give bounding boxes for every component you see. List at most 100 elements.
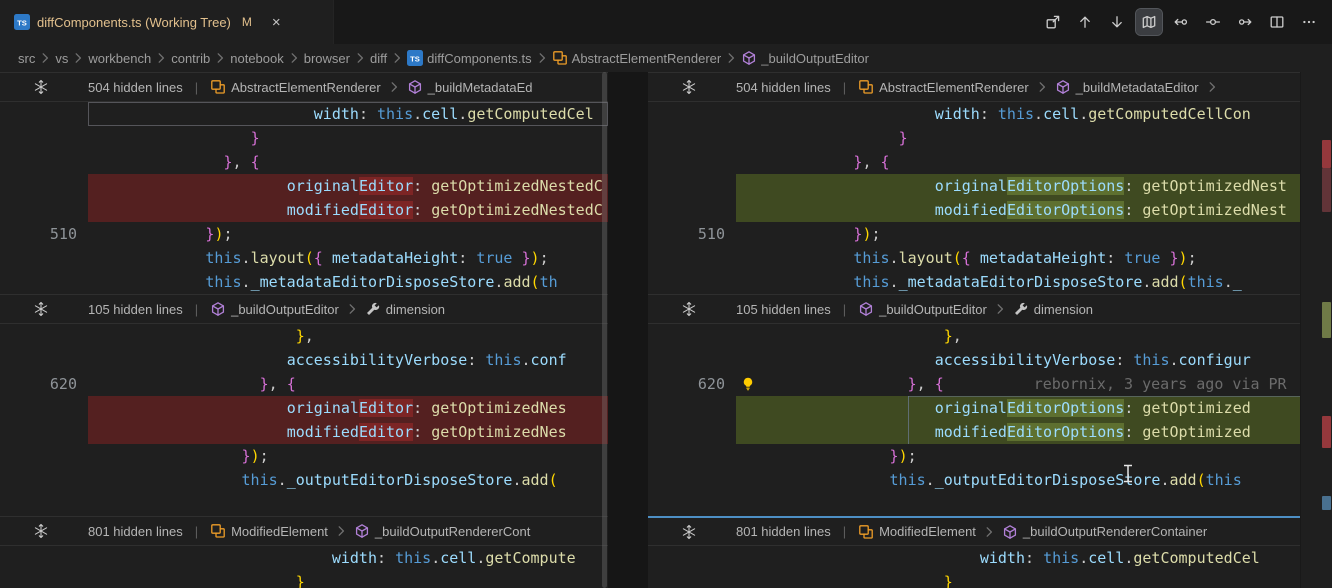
code-line[interactable]: accessibilityVerbose: this.configur — [648, 348, 1300, 372]
code-line[interactable]: originalEditor: getOptimizedNestedC — [0, 174, 608, 198]
breadcrumb-item[interactable]: notebook — [230, 51, 284, 66]
breadcrumb-item[interactable]: vs — [55, 51, 68, 66]
hidden-lines-header[interactable]: 801 hidden lines|ModifiedElement_buildOu… — [648, 516, 1300, 546]
expand-hidden-lines-icon[interactable] — [681, 524, 697, 540]
code-line[interactable]: this.layout({ metadataHeight: true }); — [648, 246, 1300, 270]
separator: | — [843, 80, 846, 95]
code-line[interactable]: }, { — [648, 150, 1300, 174]
symbol-name[interactable]: dimension — [386, 302, 445, 317]
code-line[interactable]: accessibilityVerbose: this.conf — [0, 348, 608, 372]
code-line[interactable]: this.layout({ metadataHeight: true }); — [0, 246, 608, 270]
symbol-name[interactable]: _buildOutputRendererContainer — [1023, 524, 1207, 539]
scrollbar-thumb[interactable] — [602, 72, 607, 588]
code-line[interactable]: originalEditor: getOptimizedNes — [0, 396, 608, 420]
hidden-lines-header[interactable]: 105 hidden lines|_buildOutputEditordimen… — [0, 294, 608, 324]
diff-editor: 504 hidden lines|AbstractElementRenderer… — [0, 72, 1332, 588]
breadcrumb-item[interactable]: src — [18, 51, 35, 66]
editor-sash[interactable] — [608, 72, 648, 588]
breadcrumb-label: src — [18, 51, 35, 66]
expand-hidden-lines-icon[interactable] — [681, 301, 697, 317]
code-text: }, { — [88, 372, 608, 396]
code-line[interactable]: this._metadataEditorDisposeStore.add(th — [0, 270, 608, 294]
editor-toolbar — [1034, 0, 1332, 44]
code-line[interactable]: 510 }); — [648, 222, 1300, 246]
symbol-name[interactable]: _buildMetadataEd — [428, 80, 533, 95]
code-line[interactable]: this._outputEditorDisposeStore.add(this — [648, 468, 1300, 492]
expand-hidden-lines-icon[interactable] — [681, 79, 697, 95]
code-text: modifiedEditor: getOptimizedNes — [88, 420, 608, 444]
code-line[interactable]: } — [648, 126, 1300, 150]
code-line[interactable]: width: this.cell.getCompute — [0, 546, 608, 570]
expand-hidden-lines-icon[interactable] — [33, 523, 49, 539]
code-line[interactable]: modifiedEditor: getOptimizedNes — [0, 420, 608, 444]
code-line[interactable]: }, { — [0, 150, 608, 174]
symbol-name[interactable]: AbstractElementRenderer — [879, 80, 1029, 95]
symbol-name[interactable]: _buildOutputRendererCont — [375, 524, 530, 539]
split-editor-button[interactable] — [1264, 9, 1290, 35]
symbol-name[interactable]: dimension — [1034, 302, 1093, 317]
modified-editor-pane[interactable]: 504 hidden lines|AbstractElementRenderer… — [648, 72, 1300, 588]
apply-block-button[interactable] — [1232, 9, 1258, 35]
revert-block-button[interactable] — [1168, 9, 1194, 35]
lightbulb-icon[interactable] — [740, 376, 756, 392]
original-editor-pane[interactable]: 504 hidden lines|AbstractElementRenderer… — [0, 72, 608, 588]
symbol-name[interactable]: _buildMetadataEditor — [1076, 80, 1199, 95]
more-actions-button[interactable] — [1296, 9, 1322, 35]
close-tab-icon[interactable]: × — [267, 13, 286, 32]
breadcrumb-item[interactable]: contrib — [171, 51, 210, 66]
symbol-method-icon — [407, 79, 423, 95]
code-line[interactable]: 620 }, { — [0, 372, 608, 396]
code-line[interactable]: this._outputEditorDisposeStore.add( — [0, 468, 608, 492]
breadcrumb-item[interactable]: browser — [304, 51, 350, 66]
code-line[interactable]: }, — [0, 324, 608, 348]
code-line[interactable]: 510 }); — [0, 222, 608, 246]
code-text — [88, 492, 608, 516]
code-line[interactable]: modifiedEditorOptions: getOptimizedNest — [648, 198, 1300, 222]
breadcrumb-item[interactable]: AbstractElementRenderer — [552, 50, 722, 66]
code-line[interactable]: }); — [648, 444, 1300, 468]
line-number — [648, 348, 736, 372]
symbol-name[interactable]: AbstractElementRenderer — [231, 80, 381, 95]
code-line[interactable]: modifiedEditorOptions: getOptimized — [648, 420, 1300, 444]
symbol-name[interactable]: _buildOutputEditor — [879, 302, 987, 317]
code-line[interactable]: }, — [648, 324, 1300, 348]
symbol-name[interactable]: _buildOutputEditor — [231, 302, 339, 317]
code-text: } — [736, 126, 1300, 150]
code-line[interactable]: width: this.cell.getComputedCel — [648, 546, 1300, 570]
code-line[interactable]: originalEditorOptions: getOptimized — [648, 396, 1300, 420]
code-line[interactable] — [648, 492, 1300, 516]
code-line[interactable]: }); — [0, 444, 608, 468]
next-change-button[interactable] — [1104, 9, 1130, 35]
overview-ruler[interactable] — [1300, 72, 1332, 588]
breadcrumb-item[interactable]: diff — [370, 51, 387, 66]
hidden-lines-header[interactable]: 105 hidden lines|_buildOutputEditordimen… — [648, 294, 1300, 324]
breadcrumb-item[interactable]: workbench — [88, 51, 151, 66]
code-line[interactable]: } — [0, 126, 608, 150]
code-line[interactable]: } — [648, 570, 1300, 588]
hidden-lines-header[interactable]: 504 hidden lines|AbstractElementRenderer… — [648, 72, 1300, 102]
code-line[interactable]: width: this.cell.getComputedCellCon — [648, 102, 1300, 126]
collapse-unchanged-regions-button[interactable] — [1136, 9, 1162, 35]
open-changes-button[interactable] — [1040, 9, 1066, 35]
expand-hidden-lines-icon[interactable] — [33, 301, 49, 317]
code-line[interactable]: width: this.cell.getComputedCel — [0, 102, 608, 126]
previous-change-button[interactable] — [1072, 9, 1098, 35]
code-line[interactable]: this._metadataEditorDisposeStore.add(thi… — [648, 270, 1300, 294]
editor-tab[interactable]: TS diffComponents.ts (Working Tree) M × — [0, 0, 334, 44]
code-line[interactable]: 620 }, {rebornix, 3 years ago via PR — [648, 372, 1300, 396]
git-commit-button[interactable] — [1200, 9, 1226, 35]
code-text: originalEditor: getOptimizedNes — [88, 396, 608, 420]
expand-hidden-lines-icon[interactable] — [33, 79, 49, 95]
symbol-name[interactable]: ModifiedElement — [231, 524, 328, 539]
hidden-lines-header[interactable]: 504 hidden lines|AbstractElementRenderer… — [0, 72, 608, 102]
code-line[interactable]: originalEditorOptions: getOptimizedNest — [648, 174, 1300, 198]
code-line[interactable]: modifiedEditor: getOptimizedNestedC — [0, 198, 608, 222]
breadcrumb-item[interactable]: _buildOutputEditor — [741, 50, 869, 66]
hidden-lines-header[interactable]: 801 hidden lines|ModifiedElement_buildOu… — [0, 516, 608, 546]
code-line[interactable]: } — [0, 570, 608, 588]
line-number — [0, 324, 88, 348]
breadcrumb-label: browser — [304, 51, 350, 66]
code-line[interactable] — [0, 492, 608, 516]
symbol-name[interactable]: ModifiedElement — [879, 524, 976, 539]
breadcrumb-item[interactable]: TSdiffComponents.ts — [407, 50, 532, 66]
